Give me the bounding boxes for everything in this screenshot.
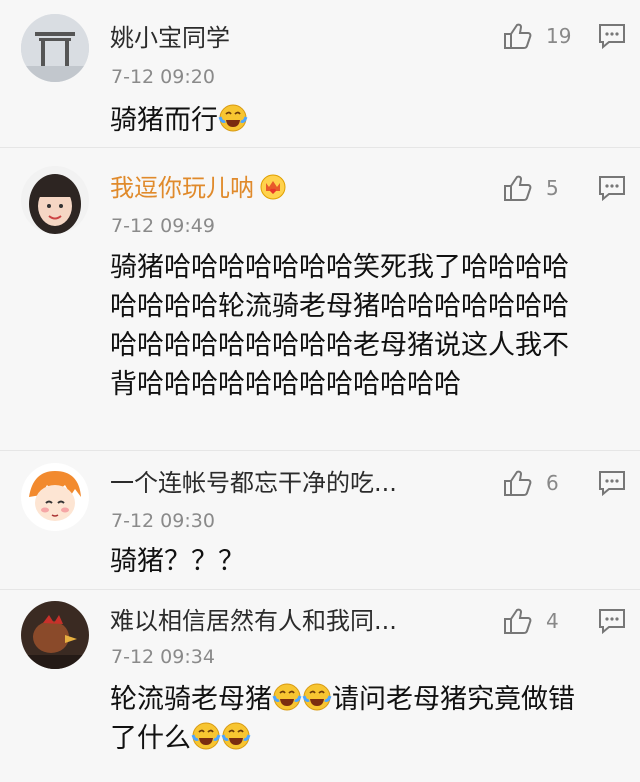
comment-actions: 4 xyxy=(502,605,626,637)
laughing-crying-emoji-icon xyxy=(191,722,221,750)
username[interactable]: 我逗你玩儿呐 xyxy=(110,172,286,204)
laughing-crying-emoji-icon xyxy=(221,722,251,750)
comment-time: 7-12 09:49 xyxy=(111,215,215,237)
comment-text: 骑猪？？？ xyxy=(110,546,245,577)
reply-icon[interactable] xyxy=(598,608,626,634)
avatar[interactable] xyxy=(21,463,89,531)
username[interactable]: 姚小宝同学 xyxy=(110,22,230,54)
comment-actions: 5 xyxy=(502,172,626,204)
comment-text-part1: 轮流骑老母猪 xyxy=(110,684,272,715)
username[interactable]: 难以相信居然有人和我同... xyxy=(110,605,397,637)
thumbs-up-icon[interactable] xyxy=(502,468,532,498)
thumbs-up-icon[interactable] xyxy=(502,21,532,51)
comment-item: 我逗你玩儿呐 5 7-12 09:49 骑猪哈哈哈哈哈哈哈笑死我了哈哈哈哈哈哈哈… xyxy=(0,148,640,451)
comment-text: 骑猪哈哈哈哈哈哈哈笑死我了哈哈哈哈哈哈哈哈轮流骑老母猪哈哈哈哈哈哈哈哈哈哈哈哈哈… xyxy=(110,252,569,400)
reply-icon[interactable] xyxy=(598,23,626,49)
like-count: 5 xyxy=(546,176,559,200)
thumbs-up-icon[interactable] xyxy=(502,173,532,203)
username-text: 我逗你玩儿呐 xyxy=(110,174,254,202)
like-count: 6 xyxy=(546,471,559,495)
laughing-crying-emoji-icon xyxy=(272,683,302,711)
comment-actions: 6 xyxy=(502,467,626,499)
comment-text: 骑猪而行 xyxy=(110,101,616,140)
comment-actions: 19 xyxy=(502,20,626,52)
comment-item: 难以相信居然有人和我同... 4 7-12 09:34 轮流骑老母猪 请问老母猪… xyxy=(0,590,640,782)
comment-text-content: 骑猪而行 xyxy=(110,105,218,136)
comment-time: 7-12 09:30 xyxy=(111,510,215,532)
thumbs-up-icon[interactable] xyxy=(502,606,532,636)
comment-text: 轮流骑老母猪 请问老母猪究竟做错了什么 xyxy=(110,680,594,758)
like-count: 19 xyxy=(546,24,572,48)
reply-icon[interactable] xyxy=(598,175,626,201)
laughing-crying-emoji-icon xyxy=(302,683,332,711)
crown-heart-badge-icon xyxy=(260,174,286,200)
avatar[interactable] xyxy=(21,601,89,669)
reply-icon[interactable] xyxy=(598,470,626,496)
laughing-crying-emoji-icon xyxy=(218,104,248,132)
comment-item: 一个连帐号都忘干净的吃... 6 7-12 09:30 骑猪？？？ xyxy=(0,451,640,590)
username[interactable]: 一个连帐号都忘干净的吃... xyxy=(110,467,397,499)
comment-time: 7-12 09:20 xyxy=(111,66,215,88)
avatar[interactable] xyxy=(21,166,89,234)
comment-item: 姚小宝同学 19 7-12 09:20 骑猪而行 xyxy=(0,0,640,148)
comment-time: 7-12 09:34 xyxy=(111,646,215,668)
like-count: 4 xyxy=(546,609,559,633)
avatar[interactable] xyxy=(21,14,89,82)
